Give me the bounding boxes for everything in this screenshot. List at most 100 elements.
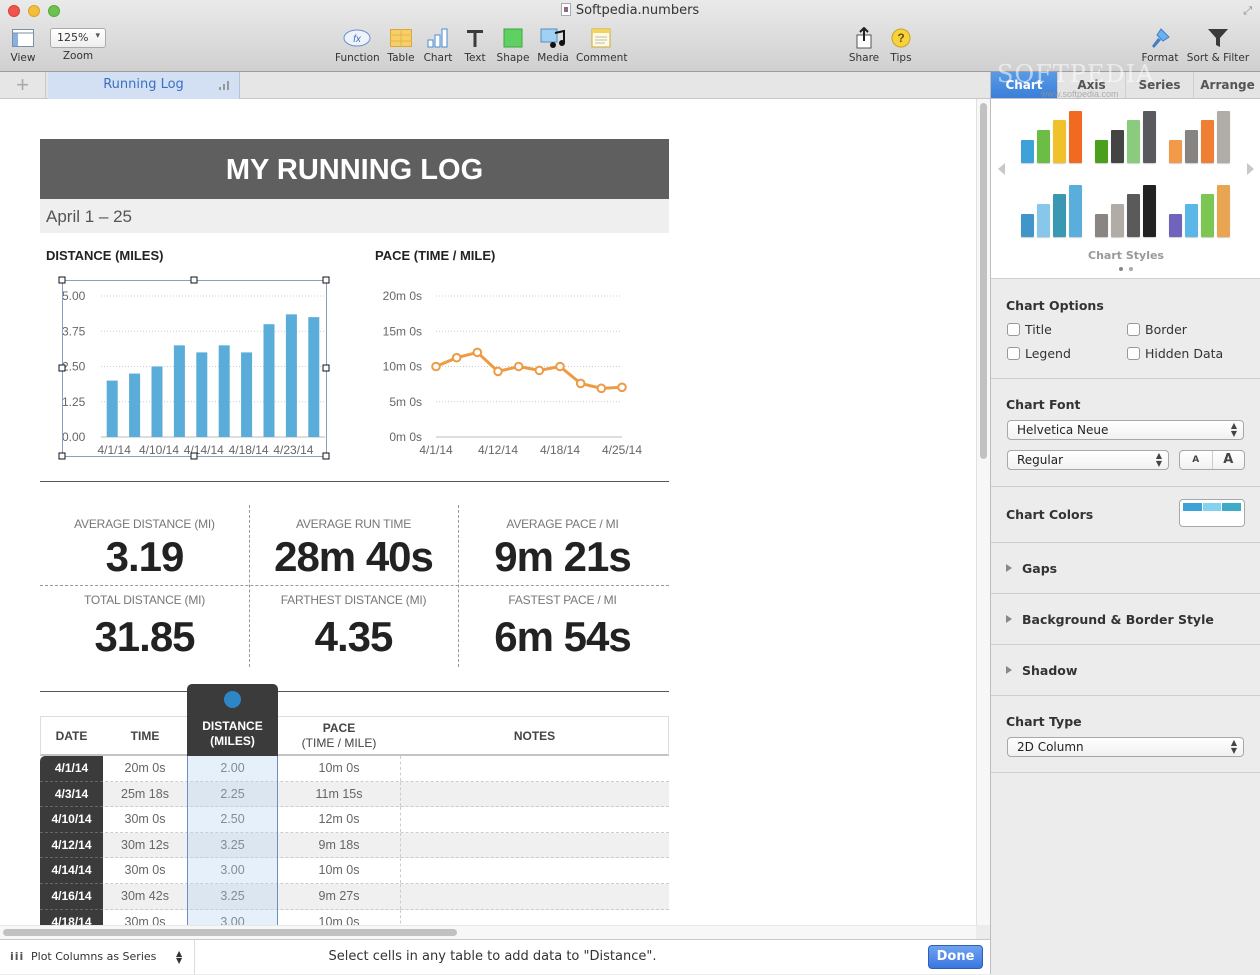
chart-style-swatch[interactable] (1021, 107, 1082, 163)
cell-time[interactable]: 30m 0s (103, 858, 187, 883)
cell-pace[interactable]: 9m 27s (278, 884, 400, 909)
distance-bar[interactable] (285, 314, 297, 437)
distance-bar[interactable] (173, 345, 185, 437)
cell-time[interactable]: 30m 0s (103, 910, 187, 925)
cell-time[interactable]: 30m 42s (103, 884, 187, 909)
page-dot-active[interactable] (1119, 267, 1123, 271)
distance-bar[interactable] (263, 324, 275, 437)
pace-line[interactable] (435, 350, 623, 390)
distance-bar[interactable] (151, 366, 163, 438)
cell-pace[interactable]: 12m 0s (278, 807, 400, 832)
cell-notes[interactable] (400, 909, 669, 925)
table-row[interactable]: 30m 42s 3.25 9m 27s (40, 884, 669, 910)
cell-notes[interactable] (400, 781, 669, 807)
page-dot[interactable] (1129, 267, 1133, 271)
next-styles-arrow-icon[interactable] (1247, 163, 1254, 175)
cell-notes[interactable] (400, 807, 669, 832)
distance-bar[interactable] (218, 345, 230, 437)
cell-date[interactable]: 4/10/14 (40, 807, 103, 833)
media-button[interactable]: Media (536, 26, 570, 64)
pace-point[interactable] (451, 352, 462, 363)
cell-date[interactable]: 4/16/14 (40, 884, 103, 910)
title-checkbox[interactable]: Title (1007, 322, 1052, 337)
legend-checkbox[interactable]: Legend (1007, 346, 1071, 361)
cell-pace[interactable]: 9m 18s (278, 833, 400, 858)
horizontal-scrollbar[interactable] (0, 925, 976, 939)
resize-handle[interactable] (322, 452, 330, 460)
distance-bar[interactable] (129, 373, 141, 437)
resize-handle[interactable] (322, 364, 330, 372)
sort-filter-button[interactable]: Sort & Filter (1186, 26, 1250, 64)
selected-distance-column[interactable] (187, 756, 278, 925)
resize-handle[interactable] (58, 364, 66, 372)
disclosure-triangle-icon[interactable] (1006, 564, 1012, 572)
format-button[interactable]: Format (1140, 26, 1180, 64)
chart-button[interactable]: Chart (423, 26, 453, 64)
header-date[interactable]: DATE (40, 716, 103, 756)
cell-time[interactable]: 20m 0s (103, 756, 187, 781)
resize-handle[interactable] (58, 452, 66, 460)
cell-date[interactable]: 4/12/14 (40, 832, 103, 859)
cell-notes[interactable] (400, 756, 669, 781)
table-row[interactable]: 30m 0s 2.50 12m 0s (40, 807, 669, 833)
tab-chart[interactable]: Chart (991, 72, 1058, 98)
tab-arrange[interactable]: Arrange (1194, 72, 1260, 98)
distance-bar[interactable] (308, 317, 320, 437)
pace-point[interactable] (534, 365, 545, 376)
add-sheet-button[interactable]: + (0, 72, 46, 99)
previous-styles-arrow-icon[interactable] (998, 163, 1005, 175)
increase-font-size-button[interactable]: A (1213, 451, 1245, 469)
tab-series[interactable]: Series (1126, 72, 1194, 98)
text-button[interactable]: Text (461, 26, 489, 64)
disclosure-triangle-icon[interactable] (1006, 666, 1012, 674)
resize-handle[interactable] (190, 452, 198, 460)
table-row[interactable]: 25m 18s 2.25 11m 15s (40, 781, 669, 808)
shadow-section[interactable]: Shadow (991, 645, 1260, 696)
font-family-select[interactable]: Helvetica Neue ▲ ▼ (1007, 420, 1244, 440)
plot-mode-select[interactable]: iii Plot Columns as Series ▲ ▼ (0, 940, 195, 975)
pace-point[interactable] (493, 366, 503, 377)
chart-style-swatch[interactable] (1095, 181, 1156, 237)
done-button[interactable]: Done (928, 945, 983, 969)
distance-chart[interactable]: 0.00 1.25 2.50 3.75 5.00 4/1/14 4/10/14 4/14/14… (40, 269, 340, 469)
cell-pace[interactable]: 11m 15s (278, 782, 400, 807)
chart-style-swatch[interactable] (1169, 107, 1230, 163)
share-button[interactable]: Share (848, 26, 880, 64)
table-row[interactable]: 30m 12s 3.25 9m 18s (40, 832, 669, 859)
cell-time[interactable]: 30m 12s (103, 833, 187, 858)
cell-date[interactable]: 4/3/14 (40, 781, 103, 808)
cell-pace[interactable]: 10m 0s (278, 910, 400, 925)
resize-handle[interactable] (58, 276, 66, 284)
function-button[interactable]: fx Function (335, 26, 380, 64)
pace-point[interactable] (596, 383, 607, 394)
cell-pace[interactable]: 10m 0s (278, 756, 400, 781)
chart-style-swatch[interactable] (1021, 181, 1082, 237)
tips-button[interactable]: ? Tips (887, 26, 915, 64)
table-row[interactable]: 30m 0s 3.00 10m 0s (40, 909, 669, 925)
checkbox-box[interactable] (1007, 347, 1020, 360)
comment-button[interactable]: Comment (576, 26, 627, 64)
header-distance-selected[interactable]: DISTANCE (MILES) (187, 684, 278, 756)
pace-point[interactable] (472, 347, 483, 358)
border-checkbox[interactable]: Border (1127, 322, 1187, 337)
chart-type-select[interactable]: 2D Column ▲ ▼ (1007, 737, 1244, 757)
view-button[interactable]: View (6, 26, 40, 64)
header-pace[interactable]: PACE (TIME / MILE) (278, 716, 400, 756)
table-row[interactable]: 30m 0s 3.00 10m 0s (40, 858, 669, 884)
pace-point[interactable] (617, 382, 627, 393)
hidden-data-checkbox[interactable]: Hidden Data (1127, 346, 1223, 361)
header-time[interactable]: TIME (103, 716, 187, 756)
cell-time[interactable]: 25m 18s (103, 782, 187, 807)
vertical-scroll-thumb[interactable] (980, 103, 987, 459)
background-border-section[interactable]: Background & Border Style (991, 594, 1260, 645)
checkbox-box[interactable] (1007, 323, 1020, 336)
cell-notes[interactable] (400, 884, 669, 909)
chart-colors-well[interactable] (1179, 499, 1245, 527)
pace-point[interactable] (575, 378, 586, 389)
font-style-select[interactable]: Regular ▲ ▼ (1007, 450, 1169, 470)
pace-chart[interactable]: 0m 0s 5m 0s 10m 0s 15m 0s 20m 0s 4/1/14 4/12/1… (360, 269, 660, 469)
pace-point[interactable] (513, 361, 524, 372)
shape-button[interactable]: Shape (496, 26, 530, 64)
table-row[interactable]: 20m 0s 2.00 10m 0s (40, 756, 669, 782)
header-notes[interactable]: NOTES (400, 716, 669, 756)
